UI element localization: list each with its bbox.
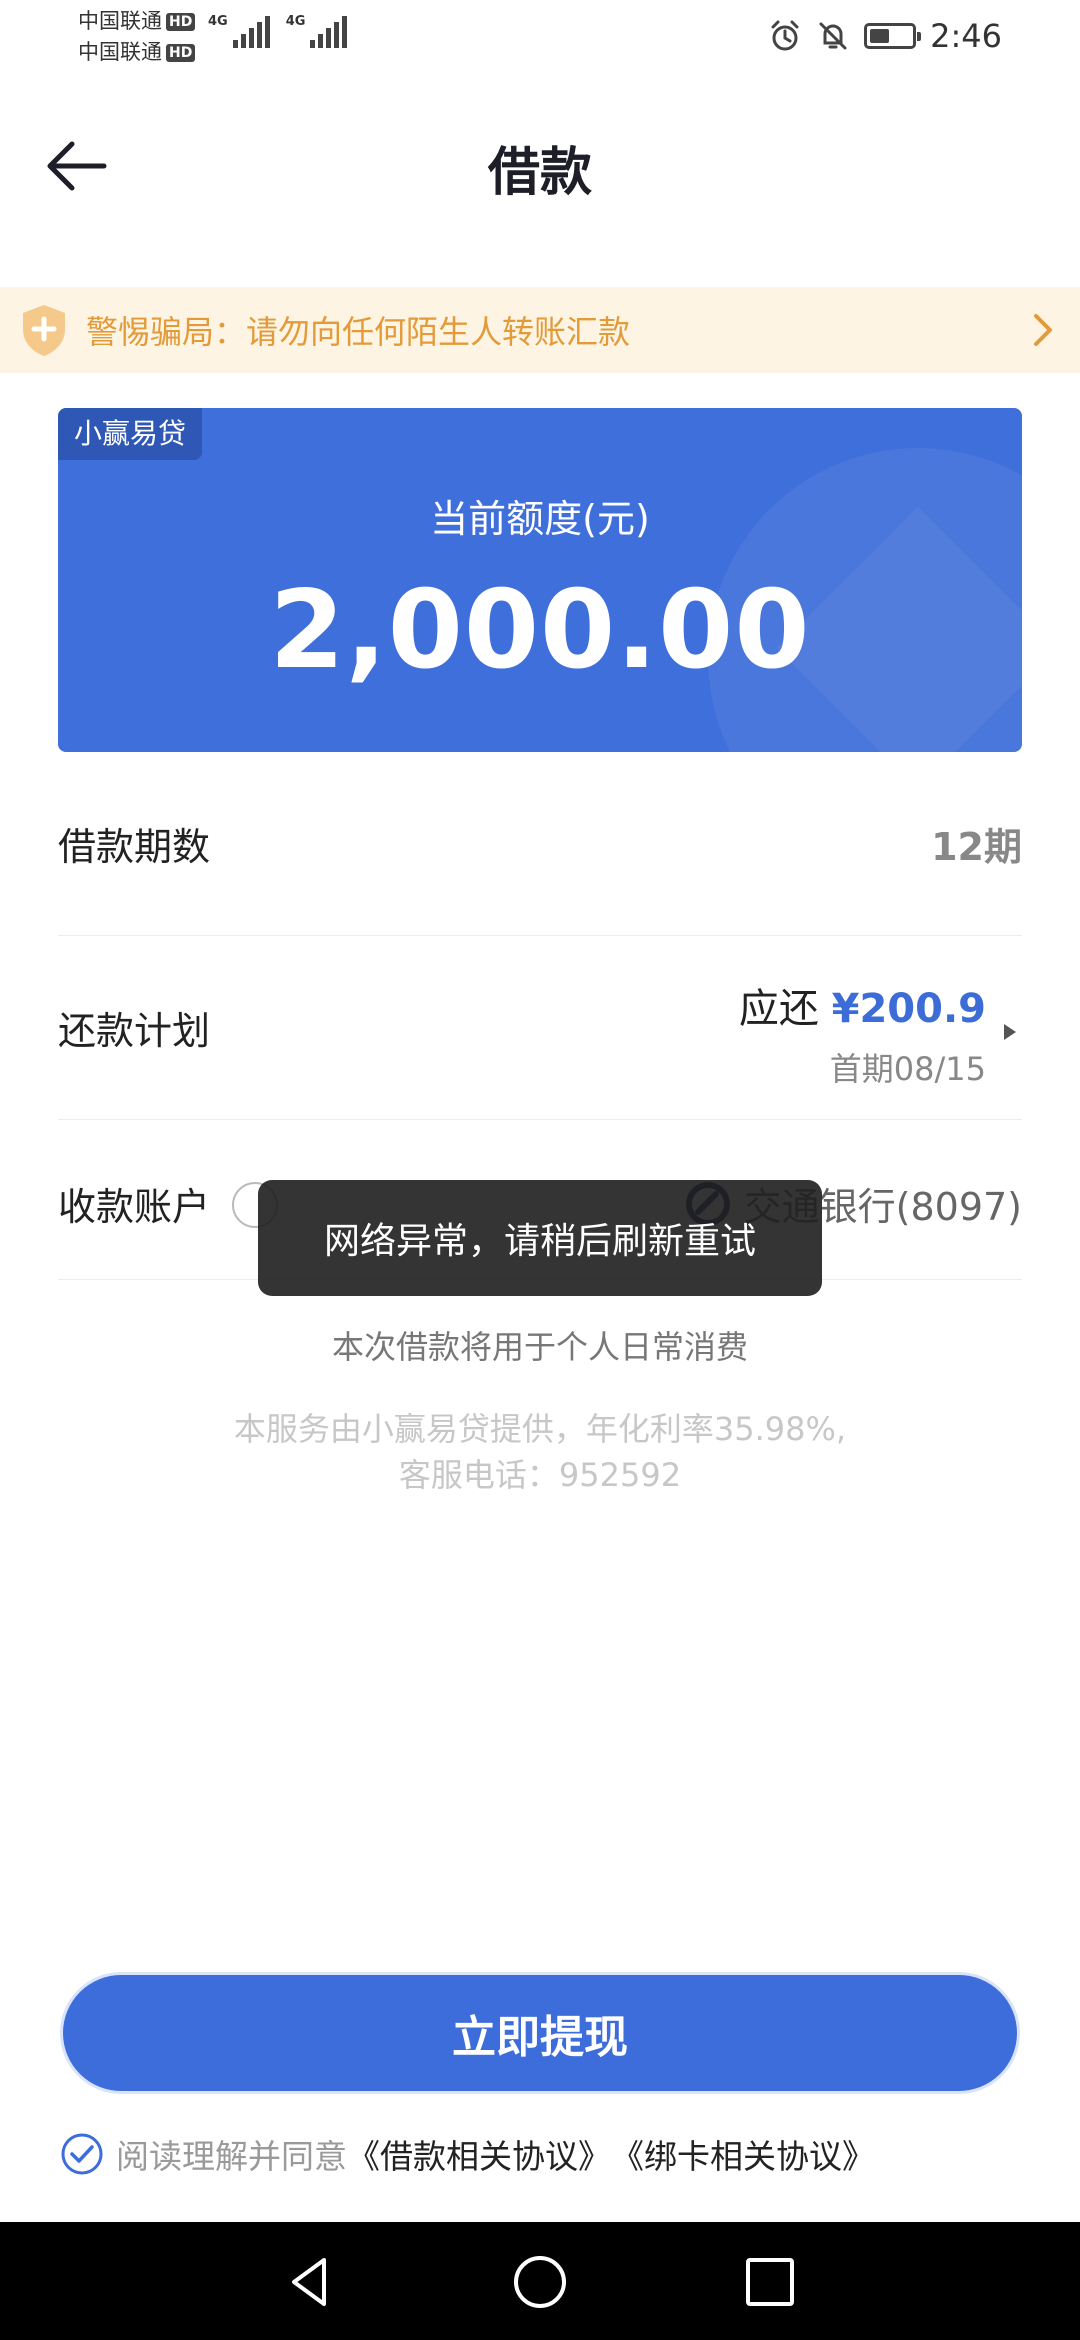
nav-back-icon[interactable] xyxy=(280,2252,340,2312)
battery-icon xyxy=(864,23,922,49)
quota-label: 当前额度(元) xyxy=(430,497,650,541)
withdraw-now-button[interactable]: 立即提现 xyxy=(60,1972,1020,2094)
chevron-right-icon xyxy=(1034,314,1052,346)
hd-badge: HD xyxy=(166,12,196,31)
system-nav-bar xyxy=(0,2222,1080,2340)
shield-icon xyxy=(23,305,65,356)
network-error-toast: 网络异常，请稍后刷新重试 xyxy=(258,1180,822,1296)
check-circle-icon[interactable] xyxy=(60,2132,104,2176)
repayment-due-amount: ¥200.9 xyxy=(831,986,986,1032)
signal-icon: 4G xyxy=(286,14,348,48)
receiving-account-label: 收款账户 xyxy=(58,1185,211,1229)
clock: 2:46 xyxy=(930,17,1002,55)
app-header: 借款 xyxy=(0,90,1080,240)
quota-card: 小赢易贷 当前额度(元) 2,000.00 xyxy=(58,408,1022,752)
carrier-info: 中国联通 HD 中国联通 HD xyxy=(78,6,196,68)
repayment-due: 应还 ¥200.9 xyxy=(739,976,986,1034)
hd-badge: HD xyxy=(166,43,196,62)
product-tag: 小赢易贷 xyxy=(58,408,203,460)
bell-off-icon xyxy=(819,22,847,50)
card-agreement-link[interactable]: 《绑卡相关协议》 xyxy=(611,2130,875,2178)
carrier-1: 中国联通 xyxy=(78,9,162,33)
disclaimer-line: 客服电话：952592 xyxy=(398,1456,682,1494)
status-right: 2:46 xyxy=(768,14,1002,58)
loan-screen: 中国联通 HD 中国联通 HD 4G 4G 2:46 借款 警惕骗局：请勿向任何… xyxy=(0,0,1080,2340)
nav-home-icon[interactable] xyxy=(510,2252,570,2312)
agreement-row: 阅读理解并同意 《借款相关协议》 《绑卡相关协议》 xyxy=(60,2130,875,2178)
nav-recent-apps-icon[interactable] xyxy=(740,2252,800,2312)
alarm-icon xyxy=(771,20,799,51)
signal-icon: 4G xyxy=(208,14,270,48)
repayment-plan-row[interactable]: 还款计划 应还 ¥200.9 首期08/15 xyxy=(58,936,1022,1120)
loan-terms-value: 12期 xyxy=(931,825,1022,869)
quota-amount: 2,000.00 xyxy=(269,568,811,693)
fraud-warning-text: 警惕骗局：请勿向任何陌生人转账汇款 xyxy=(86,313,631,351)
loan-terms-label: 借款期数 xyxy=(58,825,211,869)
first-period-date: 首期08/15 xyxy=(829,1050,986,1088)
loan-purpose-text: 本次借款将用于个人日常消费 xyxy=(331,1328,748,1366)
page-title: 借款 xyxy=(487,143,592,203)
carrier-2: 中国联通 xyxy=(78,40,162,64)
status-bar: 中国联通 HD 中国联通 HD 4G 4G 2:46 xyxy=(0,0,1080,80)
service-disclaimer: 本服务由小赢易贷提供，年化利率35.98%, 客服电话：952592 xyxy=(0,1406,1080,1498)
repayment-plan-label: 还款计划 xyxy=(58,1009,211,1053)
network-type: 4G xyxy=(285,14,306,29)
fraud-warning-banner[interactable]: 警惕骗局：请勿向任何陌生人转账汇款 xyxy=(0,287,1080,373)
loan-agreement-link[interactable]: 《借款相关协议》 xyxy=(347,2130,611,2178)
loan-terms-row[interactable]: 借款期数 12期 xyxy=(58,790,1022,936)
agreement-prefix: 阅读理解并同意 xyxy=(116,2137,347,2176)
repayment-due-prefix: 应还 xyxy=(738,986,819,1032)
triangle-right-icon xyxy=(1004,1024,1016,1040)
network-type: 4G xyxy=(208,14,228,29)
disclaimer-line: 本服务由小赢易贷提供，年化利率35.98%, xyxy=(233,1410,847,1448)
signal-indicators: 4G 4G xyxy=(208,14,348,48)
